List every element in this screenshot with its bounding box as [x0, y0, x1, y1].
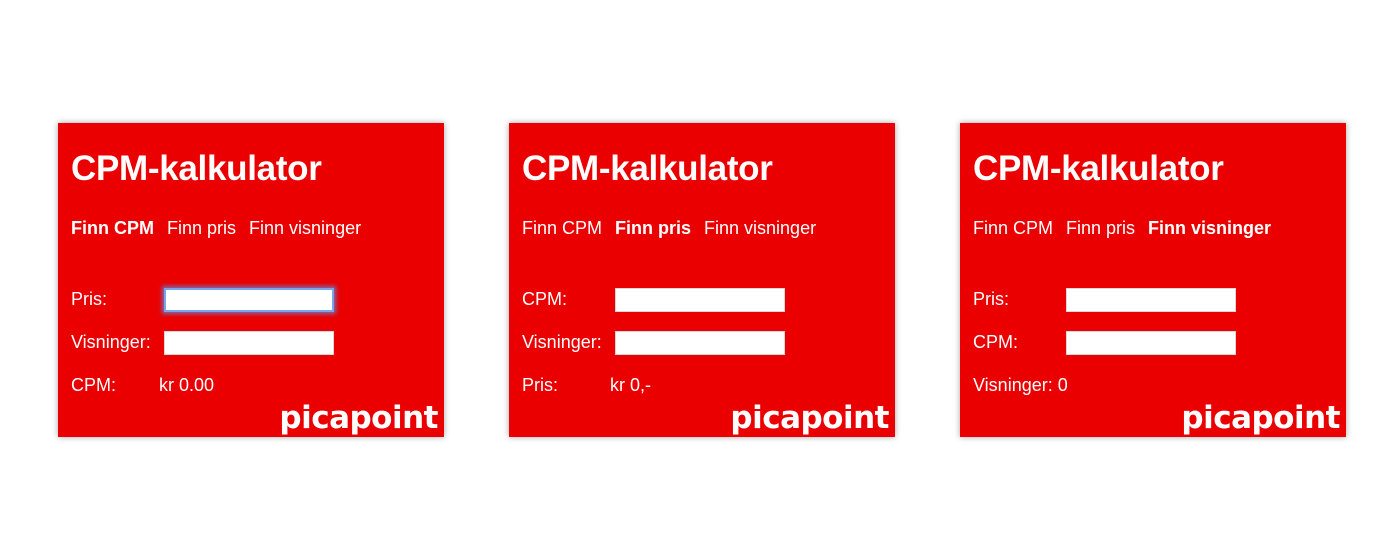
pris-input[interactable]	[1066, 288, 1236, 312]
tab-finn-cpm[interactable]: Finn CPM	[522, 218, 602, 239]
calculator-tabs: Finn CPM Finn pris Finn visninger	[522, 218, 816, 239]
pris-input[interactable]	[164, 288, 334, 312]
cpm-result-value: kr 0.00	[159, 375, 215, 395]
cpm-calculator-card-find-cpm: CPM-kalkulator Finn CPM Finn pris Finn v…	[58, 123, 444, 437]
tab-finn-pris[interactable]: Finn pris	[615, 218, 691, 239]
picapoint-logo: picapoint	[730, 400, 889, 436]
tab-finn-cpm[interactable]: Finn CPM	[973, 218, 1053, 239]
cpm-input[interactable]	[1066, 331, 1236, 355]
visninger-input[interactable]	[615, 331, 785, 355]
cpm-input[interactable]	[615, 288, 785, 312]
tab-finn-pris[interactable]: Finn pris	[1066, 218, 1135, 239]
pris-label: Pris:	[71, 289, 107, 309]
visninger-label: Visninger:	[71, 332, 151, 352]
calculator-tabs: Finn CPM Finn pris Finn visninger	[973, 218, 1271, 239]
cpm-result-label: CPM:	[71, 375, 116, 395]
card-title: CPM-kalkulator	[522, 149, 773, 188]
cpm-calculator-card-find-price: CPM-kalkulator Finn CPM Finn pris Finn v…	[509, 123, 895, 437]
pris-result-value: kr 0,-	[610, 375, 652, 395]
tab-finn-cpm[interactable]: Finn CPM	[71, 218, 154, 239]
tab-finn-visninger[interactable]: Finn visninger	[249, 218, 361, 239]
card-title: CPM-kalkulator	[71, 149, 322, 188]
visninger-result: Visninger: 0	[973, 375, 1068, 395]
tab-finn-pris[interactable]: Finn pris	[167, 218, 236, 239]
pris-label: Pris:	[973, 289, 1009, 309]
picapoint-logo: picapoint	[279, 400, 438, 436]
tab-finn-visninger[interactable]: Finn visninger	[704, 218, 816, 239]
picapoint-logo: picapoint	[1181, 400, 1340, 436]
cpm-label: CPM:	[522, 289, 567, 309]
page: CPM-kalkulator Finn CPM Finn pris Finn v…	[0, 0, 1400, 560]
visninger-input[interactable]	[164, 331, 334, 355]
tab-finn-visninger[interactable]: Finn visninger	[1148, 218, 1271, 239]
calculator-tabs: Finn CPM Finn pris Finn visninger	[71, 218, 361, 239]
cpm-label: CPM:	[973, 332, 1018, 352]
cpm-calculator-card-find-views: CPM-kalkulator Finn CPM Finn pris Finn v…	[960, 123, 1346, 437]
pris-result-label: Pris:	[522, 375, 558, 395]
visninger-label: Visninger:	[522, 332, 602, 352]
card-title: CPM-kalkulator	[973, 149, 1224, 188]
